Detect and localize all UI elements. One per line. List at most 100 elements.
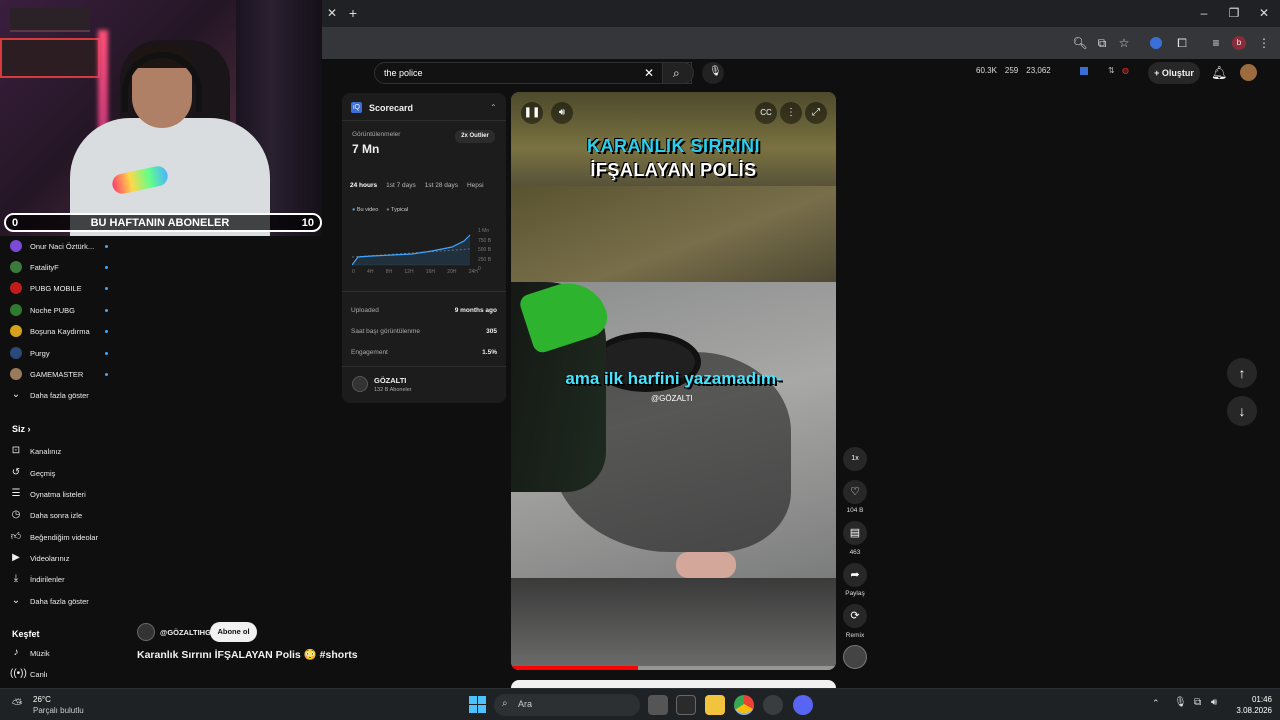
network-icon[interactable]: ⧉ [1194, 697, 1201, 708]
volume-button[interactable]: 🔊︎ [551, 102, 573, 124]
short-channel-handle[interactable]: @GÖZALTIHG [160, 628, 211, 637]
sidebar-item-live[interactable]: ((•)) Canlı [10, 664, 122, 684]
address-bar[interactable] [322, 31, 1062, 55]
sound-disc-button[interactable] [843, 645, 867, 669]
more-options-button[interactable]: ⋮ [780, 102, 802, 124]
install-app-icon[interactable]: ⧉ [1092, 33, 1112, 53]
browser-menu-icon[interactable]: ⋮ [1254, 33, 1274, 53]
subscription-item[interactable]: FatalityF [10, 257, 122, 277]
pause-button[interactable]: ❚❚ [521, 102, 543, 124]
clock-time[interactable]: 01:46 [1232, 695, 1272, 704]
reading-list-icon[interactable]: ≡ [1206, 33, 1226, 53]
clear-search-icon[interactable]: ✕ [644, 66, 654, 80]
account-avatar[interactable] [1240, 64, 1257, 81]
close-window-button[interactable]: ✕ [1254, 3, 1274, 23]
y-tick: 750 B [478, 237, 492, 244]
previous-short-button[interactable]: ↑ [1227, 358, 1257, 388]
next-short-button[interactable]: ↓ [1227, 396, 1257, 426]
weather-icon: ⛅︎ [12, 696, 23, 711]
clock-date[interactable]: 3.08.2026 [1225, 706, 1272, 715]
channel-avatar-icon [10, 347, 22, 359]
voice-search-button[interactable]: 🎙︎ [702, 62, 724, 84]
sidebar-item-downloads[interactable]: ⤓ İndirilenler [10, 569, 122, 589]
scorecard-channel-name[interactable]: GÖZALTI [374, 376, 406, 385]
fullscreen-button[interactable]: ⤢ [805, 102, 827, 124]
subscription-item[interactable]: Noche PUBG [10, 300, 122, 320]
channel-avatar[interactable] [352, 376, 368, 392]
sidebar-item-history[interactable]: ↺ Geçmiş [10, 463, 122, 483]
sidebar-item-show-more[interactable]: ⌄ Daha fazla göster [10, 591, 122, 611]
sidebar-item-music[interactable]: ♪ Müzik [10, 643, 122, 663]
collapse-chevron-icon[interactable]: ⌃ [490, 103, 497, 112]
store-icon[interactable] [676, 695, 696, 715]
bookmark-star-icon[interactable]: ☆ [1114, 33, 1134, 53]
short-title[interactable]: Karanlık Sırrını İFŞALAYAN Polis 😳 #shor… [137, 648, 358, 661]
metric-label: Uploaded [351, 307, 379, 314]
divider [342, 366, 506, 367]
volume-tray-icon[interactable]: 🔊︎ [1211, 697, 1217, 708]
subscribe-button[interactable]: Abone ol [210, 622, 257, 642]
chrome-icon[interactable] [734, 695, 754, 715]
subscription-item[interactable]: Purgy [10, 343, 122, 363]
tab-24-hours[interactable]: 24 hours [350, 182, 377, 189]
alert-icon[interactable]: ◍ [1122, 66, 1129, 75]
taskbar-search[interactable]: ⌕ Ara [494, 694, 640, 716]
share-button[interactable]: ➦ [843, 563, 867, 587]
weather-temp[interactable]: 26°C [33, 695, 51, 704]
tab-first-28-days[interactable]: 1st 28 days [425, 182, 458, 189]
scorecard-panel: iQ Scorecard ⌃ Görüntülenmeler 7 Mn 2x O… [342, 93, 506, 403]
close-tab-icon[interactable]: ✕ [322, 3, 342, 23]
notifications-bell-icon[interactable]: 🔔︎ [1211, 65, 1228, 81]
chevron-down-icon: ⌄ [11, 389, 21, 400]
tab-first-7-days[interactable]: 1st 7 days [386, 182, 416, 189]
captions-button[interactable]: CC [755, 102, 777, 124]
sidebar-item-liked[interactable]: 👍︎ Beğendiğim videolar [10, 527, 122, 547]
show-more-subscriptions[interactable]: ⌄ Daha fazla göster [10, 385, 122, 405]
profile-avatar[interactable]: b [1232, 36, 1246, 50]
subscription-item[interactable]: GAMEMASTER [10, 364, 122, 384]
extensions-puzzle-icon[interactable]: ⧠ [1172, 33, 1192, 53]
scrollbar[interactable] [1272, 62, 1278, 672]
discord-icon[interactable] [793, 695, 813, 715]
sidebar-item-your-videos[interactable]: ▶ Videolarınız [10, 548, 122, 568]
file-explorer-icon[interactable] [705, 695, 725, 715]
tab-all[interactable]: Hepsi [467, 182, 484, 189]
chart-legend: ● Bu video ● Typical [352, 207, 408, 213]
you-section-heading[interactable]: Siz › [12, 424, 31, 434]
create-button[interactable]: + Oluştur [1148, 62, 1200, 84]
subscription-item[interactable]: Boşuna Kaydırma [10, 321, 122, 341]
new-tab-button[interactable]: + [343, 3, 363, 23]
shorts-video-player[interactable]: KARANLIK SIRRINI İFŞALAYAN POLİS ama ilk… [511, 92, 836, 670]
tray-chevron-icon[interactable]: ⌃ [1152, 698, 1160, 709]
extension-badge-icon[interactable] [1080, 67, 1088, 75]
views-chart [352, 234, 471, 266]
video-progress-bar[interactable] [511, 666, 836, 670]
short-channel-avatar[interactable] [137, 623, 155, 641]
sidebar-item-watch-later[interactable]: ◷ Daha sonra izle [10, 505, 122, 525]
x-tick: 8H [385, 269, 393, 275]
comments-button[interactable]: ▤ [843, 521, 867, 545]
legend-this-video: ● Bu video [352, 207, 379, 213]
subscription-item[interactable]: PUBG MOBILE [10, 278, 122, 298]
x-tick: 16H [425, 269, 436, 275]
analytics-icon[interactable]: ⇅ [1108, 66, 1115, 75]
mic-tray-icon[interactable]: 🎙︎ [1174, 697, 1187, 708]
windows-start-icon[interactable] [469, 696, 486, 713]
sidebar-item-channel[interactable]: ⊡ Kanalınız [10, 441, 122, 461]
remix-button[interactable]: ⟳ [843, 604, 867, 628]
comment-count: 463 [849, 549, 861, 556]
task-view-icon[interactable] [648, 695, 668, 715]
channel-avatar-icon [10, 325, 22, 337]
search-button[interactable]: ⌕ [662, 62, 694, 84]
plus-icon: + [1154, 68, 1162, 78]
minimize-button[interactable]: – [1194, 3, 1214, 23]
weather-desc[interactable]: Parçalı bulutlu [33, 706, 84, 715]
extension-icon[interactable] [1150, 37, 1162, 49]
subscription-item[interactable]: Onur Naci Öztürk... [10, 236, 122, 256]
zoom-icon[interactable]: 🔍︎ [1070, 33, 1090, 53]
sidebar-item-playlists[interactable]: ☰ Oynatma listeleri [10, 484, 122, 504]
obs-icon[interactable] [763, 695, 783, 715]
maximize-button[interactable]: ❐ [1224, 3, 1244, 23]
like-button[interactable]: ♡ [843, 480, 867, 504]
playback-speed-button[interactable]: 1x [843, 447, 867, 471]
